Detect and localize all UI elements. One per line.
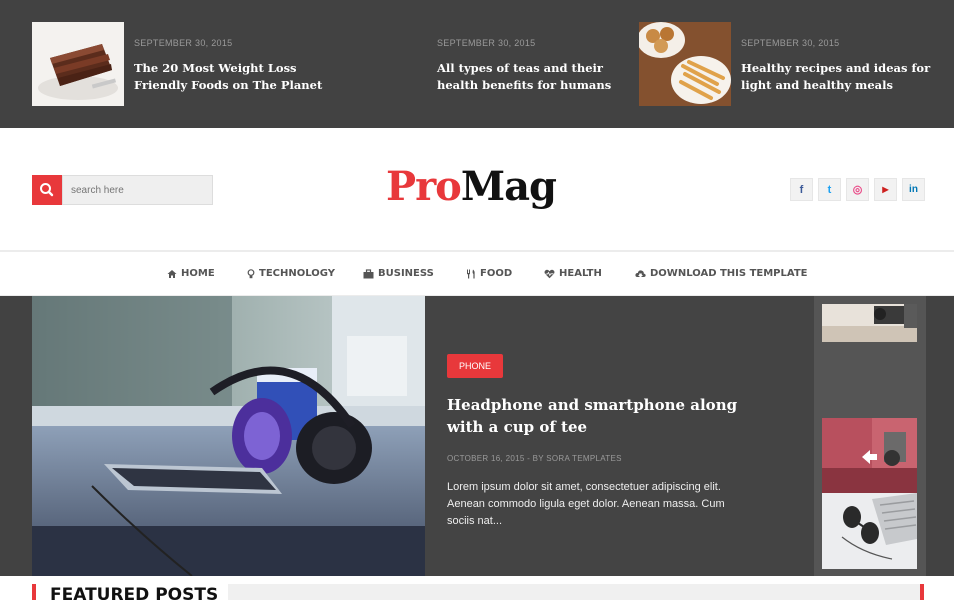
logo-part-pro: Pro [386,163,462,210]
nav-item-technology[interactable]: TECHNOLOGY [247,268,335,279]
nav-label: BUSINESS [378,268,434,279]
top-post-thumbnail-cake[interactable] [32,22,124,106]
linkedin-icon[interactable]: in [902,178,925,201]
twitter-icon[interactable]: t [818,178,841,201]
youtube-icon[interactable]: ▶ [874,178,897,201]
facebook-icon[interactable]: f [790,178,813,201]
top-post-3[interactable]: SEPTEMBER 30, 2015 Healthy recipes and i… [639,22,939,106]
featured-divider [228,584,920,600]
site-header: ProMag f t ◎ ▶ in [0,128,954,250]
slider-thumbnails [814,296,926,576]
slider-thumbnail-laptop-glasses[interactable] [822,493,917,569]
cloud-download-icon [635,269,646,277]
nav-label: TECHNOLOGY [259,268,335,279]
featured-accent-left [32,584,36,600]
dribbble-icon[interactable]: ◎ [846,178,869,201]
featured-title: FEATURED POSTS [50,585,219,600]
site-logo[interactable]: ProMag [386,160,557,214]
slide-excerpt: Lorem ipsum dolor sit amet, consectetuer… [447,481,725,527]
cutlery-icon [467,269,475,278]
slider-prev-button[interactable] [858,446,880,468]
arrow-left-icon [862,450,877,464]
featured-accent-right [920,584,924,600]
slide-meta: OCTOBER 16, 2015 - BY SORA TEMPLATES [447,454,622,463]
nav-label: DOWNLOAD THIS TEMPLATE [650,268,808,279]
top-post-2[interactable]: SEPTEMBER 30, 2015 All types of teas and… [437,22,637,106]
logo-part-mag: Mag [460,163,557,210]
nav-item-business[interactable]: BUSINESS [363,268,434,279]
search-button[interactable] [32,175,62,205]
slider-thumbnail-camera[interactable] [822,304,917,342]
category-tag[interactable]: PHONE [447,354,504,378]
top-post-title[interactable]: The 20 Most Weight Loss Friendly Foods o… [134,60,334,94]
home-icon [167,269,177,278]
slide-image-headphones[interactable] [32,296,425,576]
top-post-thumbnail-pastries[interactable] [639,22,731,106]
slide-content: PHONE Headphone and smartphone along wit… [425,296,814,576]
main-nav: HOME TECHNOLOGY BUSINESS FOOD HEALTH DOW… [0,250,954,296]
nav-item-health[interactable]: HEALTH [544,268,602,279]
nav-item-food[interactable]: FOOD [466,268,512,279]
search-icon [40,183,54,197]
briefcase-icon [363,268,374,278]
featured-section: FEATURED POSTS [0,576,954,600]
lightbulb-icon [247,268,255,278]
search-input[interactable] [62,175,213,205]
top-post-date: SEPTEMBER 30, 2015 [437,38,536,48]
top-post-title[interactable]: All types of teas and their health benef… [437,60,637,94]
heartbeat-icon [544,269,555,278]
top-posts-bar: SEPTEMBER 30, 2015 The 20 Most Weight Lo… [0,0,954,128]
nav-item-home[interactable]: HOME [167,268,215,279]
top-post-1[interactable]: SEPTEMBER 30, 2015 The 20 Most Weight Lo… [32,22,332,106]
nav-label: HEALTH [559,268,602,279]
nav-label: FOOD [480,268,513,279]
nav-label: HOME [181,268,215,279]
nav-item-download-template[interactable]: DOWNLOAD THIS TEMPLATE [635,268,808,279]
slide-title[interactable]: Headphone and smartphone along with a cu… [447,394,757,438]
top-post-title[interactable]: Healthy recipes and ideas for light and … [741,60,941,94]
top-post-date: SEPTEMBER 30, 2015 [741,38,840,48]
featured-slider: PHONE Headphone and smartphone along wit… [0,296,954,576]
top-post-date: SEPTEMBER 30, 2015 [134,38,233,48]
